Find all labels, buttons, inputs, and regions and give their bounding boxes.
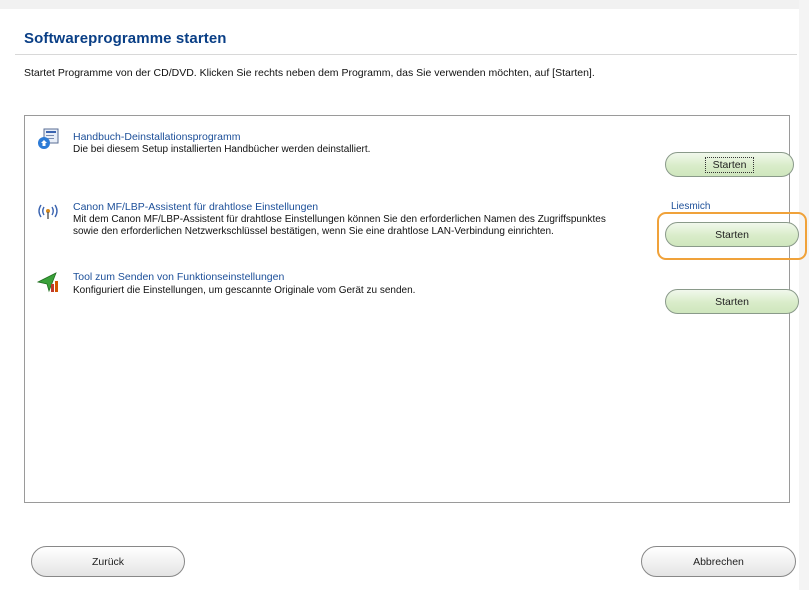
page-title: Softwareprogramme starten xyxy=(24,30,227,47)
title-divider xyxy=(15,54,797,55)
window-top-strip xyxy=(0,0,809,9)
start-button-label: Starten xyxy=(715,228,749,241)
program-desc-handbuch: Die bei diesem Setup installierten Handb… xyxy=(73,144,371,155)
instruction-text: Startet Programme von der CD/DVD. Klicke… xyxy=(24,67,595,79)
start-button-wireless-assistant[interactable]: Starten xyxy=(665,222,799,247)
program-name-handbuch[interactable]: Handbuch-Deinstallationsprogramm xyxy=(73,131,241,143)
back-button[interactable]: Zurück xyxy=(31,546,185,577)
program-name-wireless-assistant[interactable]: Canon MF/LBP-Assistent für drahtlose Ein… xyxy=(73,201,318,213)
start-button-label: Starten xyxy=(715,295,749,308)
start-button-handbuch[interactable]: Starten xyxy=(665,152,794,177)
window-scrollbar-area xyxy=(799,0,809,590)
start-button-send-tool[interactable]: Starten xyxy=(665,289,799,314)
back-button-label: Zurück xyxy=(91,555,125,568)
start-button-label: Starten xyxy=(704,156,755,173)
send-tool-icon xyxy=(36,270,58,293)
wireless-icon xyxy=(36,201,58,223)
program-desc-send-tool: Konfiguriert die Einstellungen, um gesca… xyxy=(73,285,416,296)
cancel-button-label: Abbrechen xyxy=(693,555,744,568)
cancel-button[interactable]: Abbrechen xyxy=(641,546,796,577)
program-desc-wireless-assistant: Mit dem Canon MF/LBP-Assistent für draht… xyxy=(73,214,606,237)
uninstall-icon xyxy=(36,127,59,149)
program-name-send-tool[interactable]: Tool zum Senden von Funktionseinstellung… xyxy=(73,271,284,283)
readme-link[interactable]: Liesmich xyxy=(671,201,710,212)
